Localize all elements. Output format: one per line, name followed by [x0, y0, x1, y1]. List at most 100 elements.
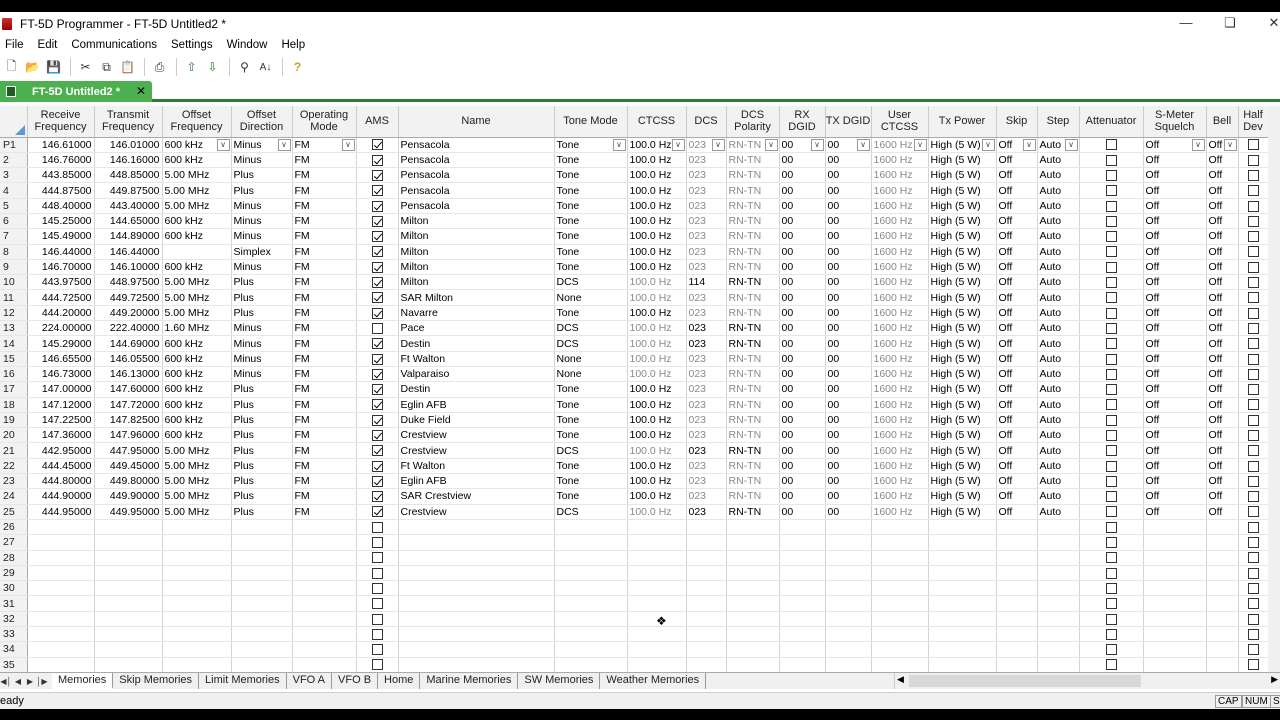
- chevron-down-icon[interactable]: ∨: [671, 138, 685, 151]
- empty-cell[interactable]: [292, 595, 357, 612]
- last-sheet-arrow-icon[interactable]: │▶: [36, 677, 48, 686]
- cell-s-meter-squelch[interactable]: Off: [1143, 228, 1207, 245]
- cell-tx-power[interactable]: High (5 W): [928, 320, 997, 337]
- empty-cell[interactable]: [825, 657, 872, 672]
- cell-skip[interactable]: Off: [996, 182, 1038, 199]
- cell-dcs-polarity[interactable]: RN-TN: [726, 335, 780, 352]
- checkbox[interactable]: [371, 154, 383, 166]
- cell-ctcss[interactable]: 100.0 Hz: [627, 442, 687, 459]
- half-dev-cell[interactable]: [1238, 366, 1269, 383]
- cell-tx-dgid[interactable]: 00: [825, 412, 872, 429]
- row-number[interactable]: 21: [0, 442, 28, 459]
- cell-s-meter-squelch[interactable]: Off ∨: [1143, 137, 1207, 153]
- cell-tx-power[interactable]: High (5 W): [928, 244, 997, 260]
- cell-bell[interactable]: Off ∨: [1206, 137, 1239, 153]
- cell-user-ctcss[interactable]: 1600 Hz: [871, 167, 929, 184]
- cell-s-meter-squelch[interactable]: Off: [1143, 182, 1207, 199]
- row-number[interactable]: 27: [0, 534, 28, 551]
- cell-transmit-frequency[interactable]: 449.80000: [94, 473, 163, 490]
- cell-rx-dgid[interactable]: 00: [779, 305, 826, 322]
- cell-operating-mode[interactable]: FM: [292, 213, 357, 230]
- row-number[interactable]: 12: [0, 305, 28, 322]
- cell-s-meter-squelch[interactable]: Off: [1143, 488, 1207, 505]
- cell-operating-mode[interactable]: FM: [292, 504, 357, 520]
- empty-cell[interactable]: [1037, 657, 1080, 672]
- checkbox[interactable]: [1247, 567, 1259, 579]
- cell-tx-power[interactable]: High (5 W): [928, 488, 997, 505]
- cell-s-meter-squelch[interactable]: Off: [1143, 213, 1207, 230]
- empty-cell[interactable]: [996, 657, 1038, 672]
- sheet-tab-home[interactable]: Home: [378, 673, 421, 689]
- cell-offset-direction[interactable]: Plus: [231, 504, 293, 520]
- cell-tone-mode[interactable]: Tone: [554, 213, 628, 230]
- cell-receive-frequency[interactable]: 443.97500: [27, 274, 95, 291]
- checkbox[interactable]: [1247, 322, 1259, 334]
- empty-cell[interactable]: [928, 550, 997, 566]
- ams-cell[interactable]: [356, 198, 399, 214]
- empty-cell[interactable]: [996, 519, 1038, 536]
- cell-transmit-frequency[interactable]: 449.90000: [94, 488, 163, 505]
- cell-offset-direction[interactable]: Minus: [231, 228, 293, 245]
- empty-cell[interactable]: [1143, 641, 1207, 658]
- cell-receive-frequency[interactable]: 444.90000: [27, 488, 95, 505]
- chevron-down-icon[interactable]: ∨: [216, 138, 230, 151]
- ams-cell[interactable]: [356, 182, 399, 199]
- cell-transmit-frequency[interactable]: 449.87500: [94, 182, 163, 199]
- empty-cell[interactable]: [996, 534, 1038, 551]
- empty-cell[interactable]: [398, 641, 555, 658]
- checkbox-cell[interactable]: [356, 657, 399, 672]
- attenuator-cell[interactable]: [1079, 442, 1144, 459]
- empty-cell[interactable]: [554, 519, 628, 536]
- checkbox-cell[interactable]: [1238, 626, 1269, 643]
- cell-transmit-frequency[interactable]: 448.97500: [94, 274, 163, 291]
- cell-step[interactable]: Auto: [1037, 442, 1080, 459]
- cell-offset-direction[interactable]: Plus: [231, 167, 293, 184]
- cell-rx-dgid[interactable]: 00: [779, 488, 826, 505]
- cell-operating-mode[interactable]: FM: [292, 244, 357, 260]
- empty-cell[interactable]: [825, 565, 872, 582]
- empty-cell[interactable]: [871, 626, 929, 643]
- empty-cell[interactable]: [686, 565, 727, 582]
- cell-tone-mode[interactable]: None: [554, 366, 628, 383]
- cell-user-ctcss[interactable]: 1600 Hz: [871, 504, 929, 520]
- cell-tx-dgid[interactable]: 00: [825, 397, 872, 413]
- column-header-tx-dgid[interactable]: TX DGID: [825, 106, 872, 138]
- cell-step[interactable]: Auto: [1037, 320, 1080, 337]
- empty-cell[interactable]: [231, 626, 293, 643]
- checkbox[interactable]: [371, 185, 383, 197]
- row-number[interactable]: 32: [0, 611, 28, 628]
- cell-transmit-frequency[interactable]: 449.45000: [94, 458, 163, 475]
- checkbox[interactable]: [1247, 506, 1259, 518]
- cell-transmit-frequency[interactable]: 144.65000: [94, 213, 163, 230]
- checkbox[interactable]: [1247, 384, 1259, 396]
- cell-ctcss[interactable]: 100.0 Hz: [627, 504, 687, 520]
- attenuator-cell[interactable]: [1079, 289, 1144, 306]
- checkbox[interactable]: [371, 475, 383, 487]
- checkbox[interactable]: [1247, 338, 1259, 350]
- empty-cell[interactable]: [398, 580, 555, 597]
- cell-offset-direction[interactable]: Plus: [231, 274, 293, 291]
- checkbox[interactable]: [1105, 582, 1117, 594]
- empty-cell[interactable]: [1206, 657, 1239, 672]
- cell-name[interactable]: Pensacola: [398, 182, 555, 199]
- cell-offset-frequency[interactable]: 5.00 MHz: [162, 289, 232, 306]
- cell-bell[interactable]: Off: [1206, 167, 1239, 184]
- sheet-tab-vfo-b[interactable]: VFO B: [332, 673, 379, 689]
- cell-tone-mode[interactable]: Tone: [554, 152, 628, 169]
- attenuator-cell[interactable]: [1079, 259, 1144, 276]
- empty-cell[interactable]: [1143, 580, 1207, 597]
- cell-offset-direction[interactable]: Minus: [231, 320, 293, 337]
- checkbox[interactable]: [371, 598, 383, 610]
- cell-user-ctcss[interactable]: 1600 Hz: [871, 488, 929, 505]
- cell-user-ctcss[interactable]: 1600 Hz: [871, 274, 929, 291]
- cell-transmit-frequency[interactable]: 448.85000: [94, 167, 163, 184]
- cell-ctcss[interactable]: 100.0 Hz: [627, 351, 687, 367]
- empty-cell[interactable]: [292, 550, 357, 566]
- cell-step[interactable]: Auto: [1037, 305, 1080, 322]
- checkbox[interactable]: [1247, 215, 1259, 227]
- empty-cell[interactable]: [162, 626, 232, 643]
- empty-cell[interactable]: [779, 595, 826, 612]
- checkbox[interactable]: [1105, 139, 1117, 151]
- empty-cell[interactable]: [292, 519, 357, 536]
- empty-cell[interactable]: [1206, 565, 1239, 582]
